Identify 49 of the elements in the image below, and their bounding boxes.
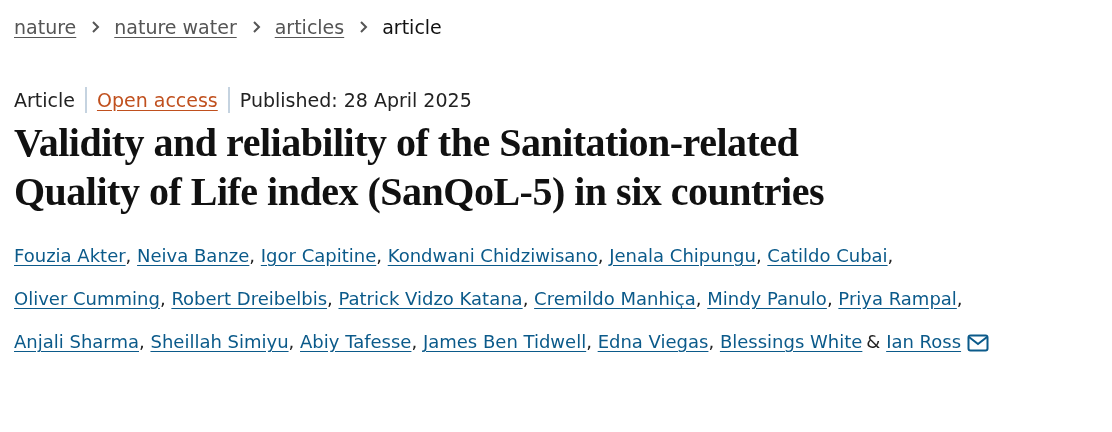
author-link[interactable]: Anjali Sharma (14, 331, 139, 352)
article-title: Validity and reliability of the Sanitation-related Quality of Life index (SanQoL-5) in six countries (14, 119, 825, 216)
separator: , (755, 245, 762, 266)
breadcrumb-link[interactable]: nature water (114, 16, 237, 38)
separator: & (866, 331, 881, 352)
separator: , (826, 288, 833, 309)
author-link[interactable]: Igor Capitine (260, 245, 377, 266)
author-link[interactable]: Neiva Banze (137, 245, 250, 266)
breadcrumb-current: article (382, 16, 442, 38)
separator: , (586, 331, 592, 352)
separator: , (125, 245, 132, 266)
author-link[interactable]: Edna Viegas (597, 331, 709, 352)
author-link[interactable]: Kondwani Chidziwisano (387, 245, 598, 266)
author-link[interactable]: Abiy Tafesse (300, 331, 412, 352)
author-link[interactable]: Jenala Chipungu (609, 245, 756, 266)
author-link[interactable]: Sheillah Simiyu (150, 331, 289, 352)
separator: , (139, 331, 145, 352)
separator: , (159, 288, 166, 309)
article-type: Article (14, 89, 75, 111)
breadcrumb-link[interactable]: articles (274, 16, 345, 38)
separator: , (708, 331, 715, 352)
separator: , (411, 331, 418, 352)
author-link[interactable]: Catildo Cubai (767, 245, 888, 266)
separator: , (327, 288, 333, 309)
separator: , (956, 288, 963, 309)
author-link[interactable]: James Ben Tidwell (422, 331, 587, 352)
separator: , (288, 331, 295, 352)
chevron-icon (90, 20, 101, 34)
author-link[interactable]: Patrick Vidzo Katana (338, 288, 523, 309)
separator: , (522, 288, 529, 309)
separator: , (695, 288, 702, 309)
breadcrumb-link[interactable]: nature (14, 16, 77, 38)
author-link[interactable]: Blessings White (719, 331, 863, 352)
author-link[interactable]: Robert Dreibelbis (171, 288, 327, 309)
author-link[interactable]: Mindy Panulo (707, 288, 827, 309)
open-access-link[interactable]: Open access (96, 89, 218, 111)
author-link[interactable]: Fouzia Akter (14, 245, 126, 266)
chevron-icon (250, 20, 261, 34)
author-link[interactable]: Priya Rampal (838, 288, 957, 309)
separator: , (887, 245, 894, 266)
author-link[interactable]: Cremildo Manhiça (534, 288, 696, 309)
email-icon[interactable] (966, 334, 989, 352)
separator: , (376, 245, 382, 266)
published-date: Published: 28 April 2025 (239, 89, 472, 111)
separator: , (249, 245, 256, 266)
separator: , (597, 245, 604, 266)
author-link[interactable]: Oliver Cumming (14, 288, 160, 309)
chevron-icon (358, 20, 369, 34)
author-link[interactable]: Ian Ross (886, 331, 962, 352)
